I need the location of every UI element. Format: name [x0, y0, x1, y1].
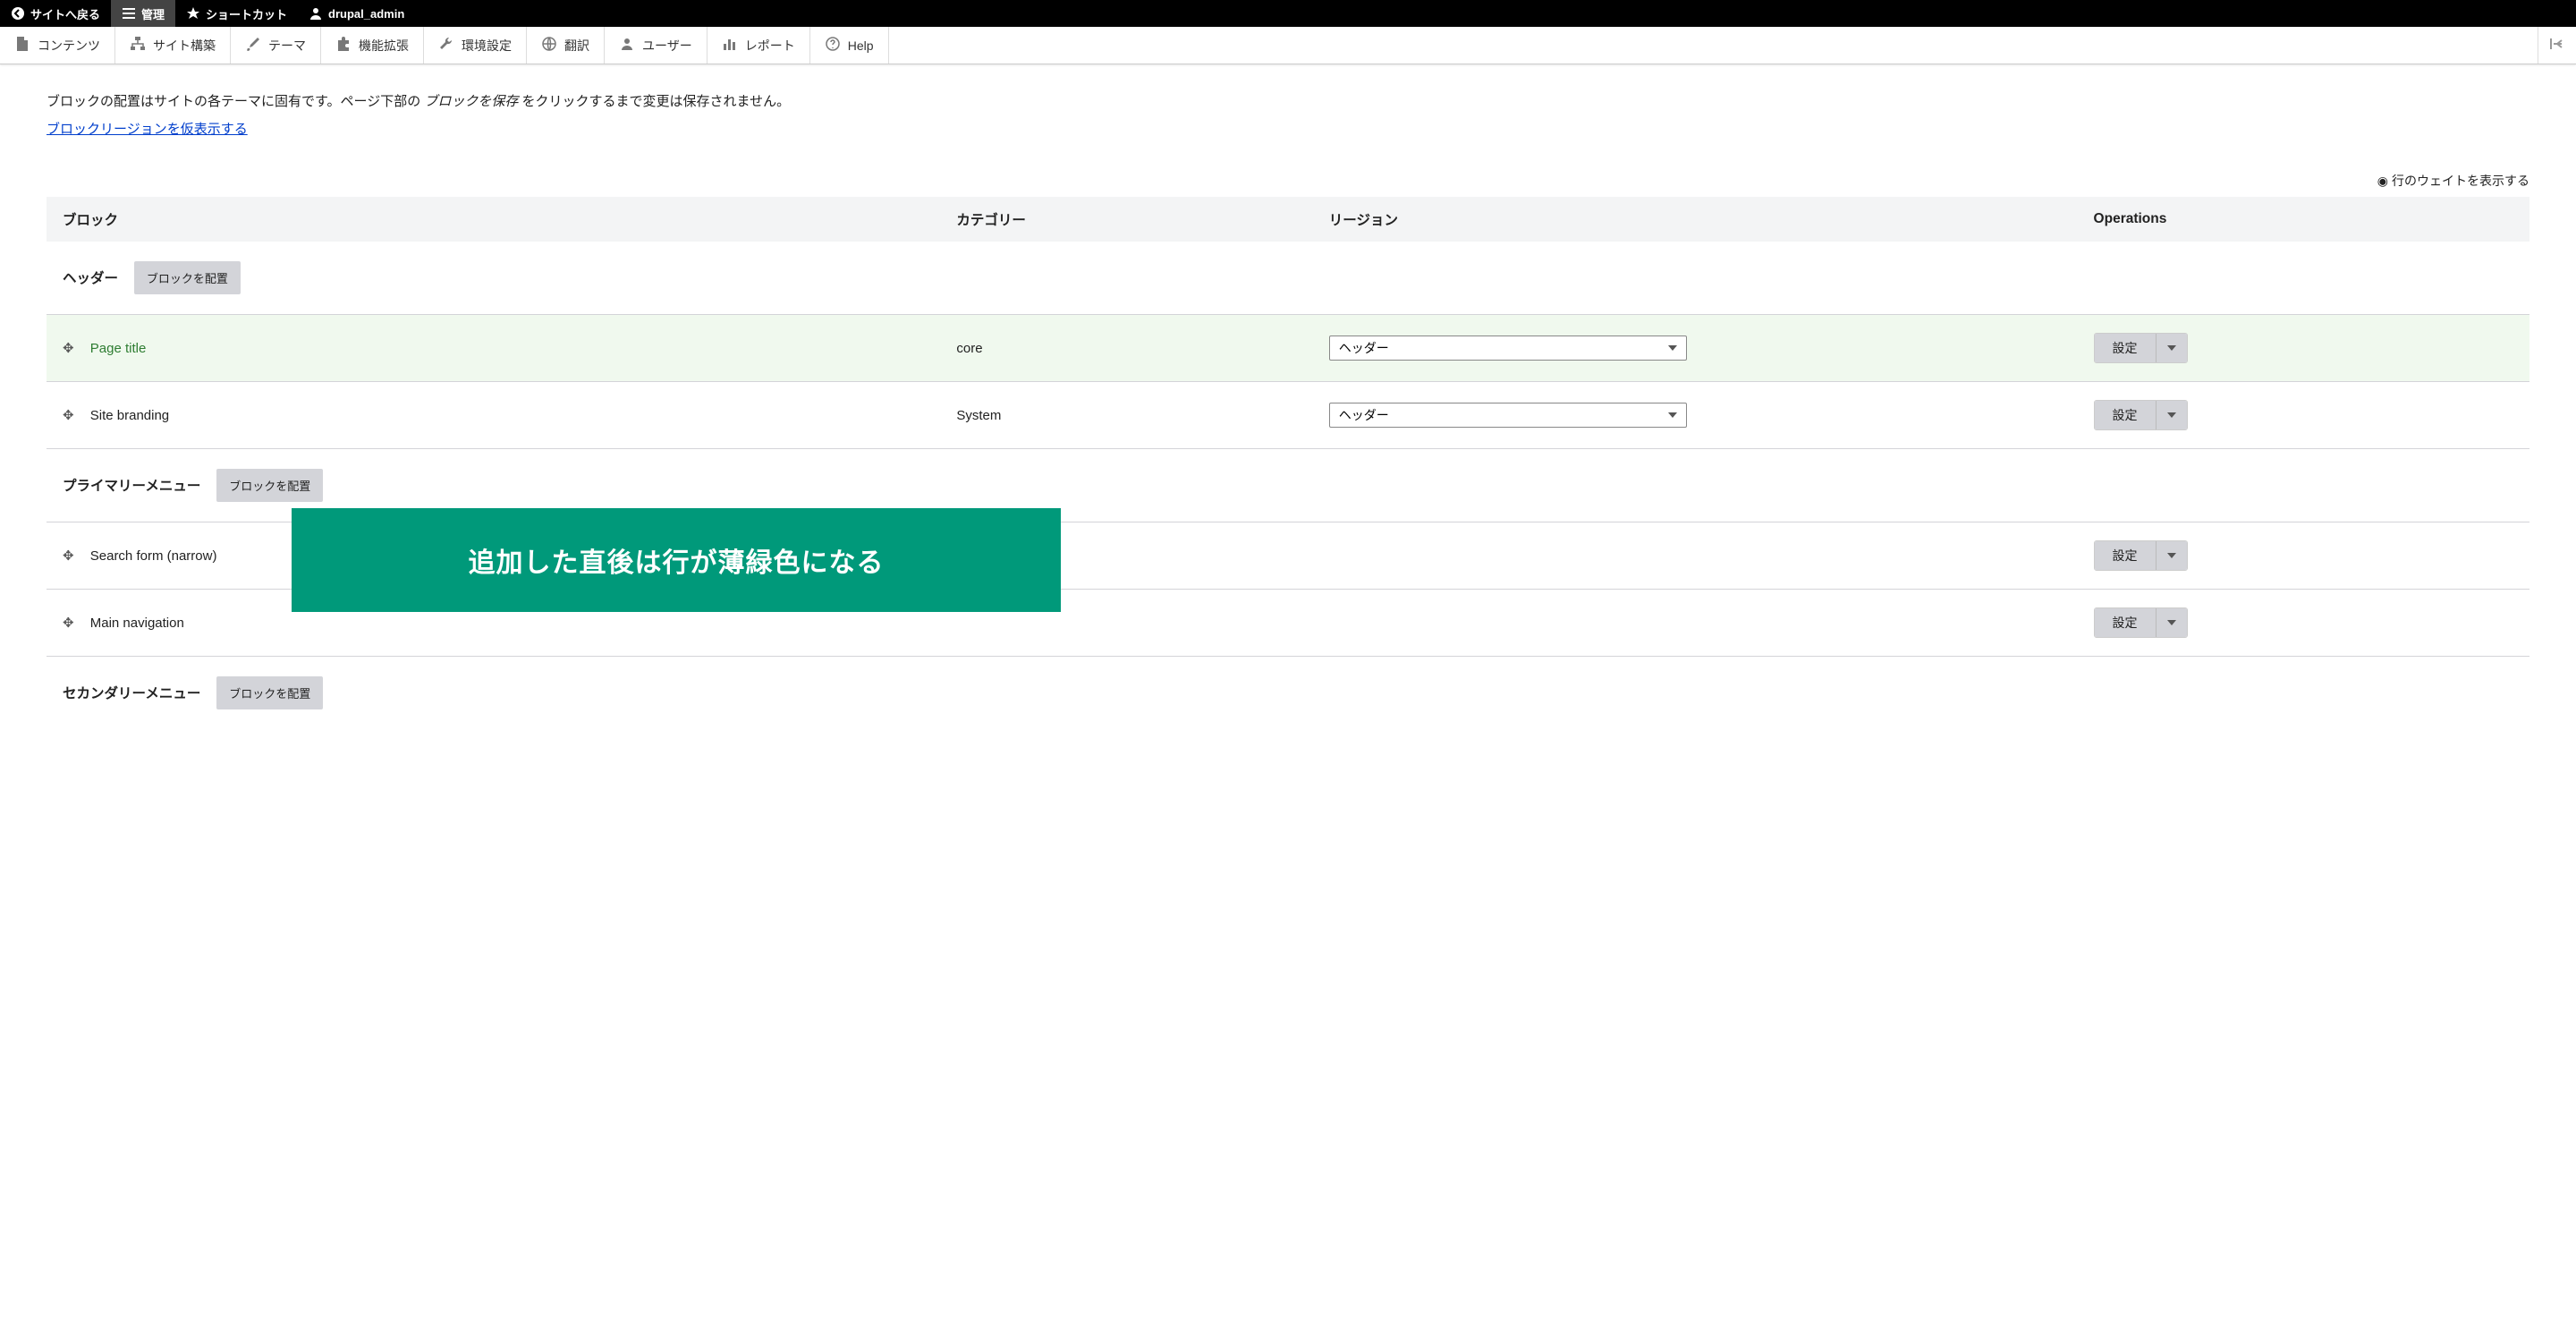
admin-menu-reports[interactable]: レポート: [708, 27, 810, 64]
admin-menu-extend-label: 機能拡張: [359, 37, 409, 55]
block-name: Search form (narrow): [90, 548, 217, 564]
user-link[interactable]: drupal_admin: [298, 0, 415, 27]
configure-button[interactable]: 設定: [2095, 541, 2157, 570]
shortcuts-label: ショートカット: [206, 5, 287, 22]
chart-icon: [722, 36, 738, 55]
chevron-down-icon: [2167, 620, 2176, 625]
admin-menu-help[interactable]: Help: [810, 27, 889, 64]
region-select-page-title[interactable]: ヘッダー: [1329, 336, 1687, 361]
ops-caret-button[interactable]: [2157, 334, 2187, 362]
collapse-arrow-icon: [2549, 36, 2565, 55]
th-category: カテゴリー: [940, 197, 1312, 242]
region-label-header: ヘッダー: [63, 271, 118, 286]
manage-label: 管理: [141, 5, 165, 22]
admin-menu-structure[interactable]: サイト構築: [115, 27, 231, 64]
admin-menu-appearance-label: テーマ: [268, 37, 306, 55]
admin-menu-content[interactable]: コンテンツ: [0, 27, 115, 64]
back-to-site-link[interactable]: サイトへ戻る: [0, 0, 111, 27]
ops-caret-button[interactable]: [2157, 608, 2187, 637]
th-operations: Operations: [2058, 197, 2529, 242]
chevron-down-icon: [2167, 345, 2176, 351]
admin-menu-structure-label: サイト構築: [153, 37, 216, 55]
configure-button[interactable]: 設定: [2095, 401, 2157, 429]
chevron-down-icon: [2167, 553, 2176, 558]
place-block-header-button[interactable]: ブロックを配置: [134, 261, 241, 294]
region-label-primary: プライマリーメニュー: [63, 479, 200, 494]
block-name: Page title: [90, 341, 147, 356]
place-block-primary-button[interactable]: ブロックを配置: [216, 469, 323, 502]
ops-dropbutton: 設定: [2094, 540, 2188, 571]
drag-handle-icon[interactable]: ✥: [63, 548, 74, 564]
admin-menu-people[interactable]: ユーザー: [605, 27, 708, 64]
back-arrow-icon: [11, 6, 25, 21]
hamburger-icon: [122, 6, 136, 21]
drag-handle-icon[interactable]: ✥: [63, 340, 74, 356]
demo-regions-link[interactable]: ブロックリージョンを仮表示する: [47, 122, 248, 137]
ops-dropbutton: 設定: [2094, 400, 2188, 430]
admin-menu-appearance[interactable]: テーマ: [231, 27, 321, 64]
wrench-icon: [438, 36, 454, 55]
manage-toggle[interactable]: 管理: [111, 0, 175, 27]
admin-menu-bar: コンテンツ サイト構築 テーマ 機能拡張 環境設定 翻訳 ユーザー レポート H…: [0, 27, 2576, 64]
star-icon: [186, 6, 200, 21]
block-category: core: [940, 315, 1312, 382]
puzzle-icon: [335, 36, 352, 55]
configure-button[interactable]: 設定: [2095, 608, 2157, 637]
admin-menu-content-label: コンテンツ: [38, 37, 100, 55]
annotation-callout: 追加した直後は行が薄緑色になる: [292, 508, 1061, 612]
place-block-secondary-button[interactable]: ブロックを配置: [216, 676, 323, 709]
configure-button[interactable]: 設定: [2095, 334, 2157, 362]
ops-dropbutton: 設定: [2094, 333, 2188, 363]
block-row-page-title: ✥ Page title core ヘッダー 設定: [47, 315, 2529, 382]
admin-menu-reports-label: レポート: [745, 37, 795, 55]
help-icon: [825, 36, 841, 55]
admin-menu-config[interactable]: 環境設定: [424, 27, 527, 64]
top-toolbar: サイトへ戻る 管理 ショートカット drupal_admin: [0, 0, 2576, 27]
th-block: ブロック: [47, 197, 940, 242]
block-layout-table: ブロック カテゴリー リージョン Operations ヘッダー ブロックを配置…: [47, 197, 2529, 729]
user-label: drupal_admin: [328, 7, 404, 21]
admin-menu-config-label: 環境設定: [462, 37, 512, 55]
drag-handle-icon[interactable]: ✥: [63, 615, 74, 631]
shortcuts-link[interactable]: ショートカット: [175, 0, 298, 27]
ops-caret-button[interactable]: [2157, 541, 2187, 570]
back-to-site-label: サイトへ戻る: [30, 5, 100, 22]
admin-menu-help-label: Help: [848, 38, 874, 53]
ops-dropbutton: 設定: [2094, 607, 2188, 638]
admin-menu-extend[interactable]: 機能拡張: [321, 27, 424, 64]
page-content: ブロックの配置はサイトの各テーマに固有です。ページ下部の ブロックを保存 をクリ…: [0, 64, 2576, 756]
region-select-site-branding[interactable]: ヘッダー: [1329, 403, 1687, 428]
th-region: リージョン: [1313, 197, 2058, 242]
user-icon: [309, 6, 323, 21]
drag-handle-icon[interactable]: ✥: [63, 407, 74, 423]
admin-menu-people-label: ユーザー: [642, 37, 692, 55]
globe-icon: [541, 36, 557, 55]
block-name: Main navigation: [90, 616, 184, 631]
ops-caret-button[interactable]: [2157, 401, 2187, 429]
region-row-secondary-menu: セカンダリーメニュー ブロックを配置: [47, 657, 2529, 730]
block-category: System: [940, 382, 1312, 449]
chevron-down-icon: [2167, 412, 2176, 418]
collapse-toolbar-button[interactable]: [2538, 27, 2576, 64]
people-icon: [619, 36, 635, 55]
region-label-secondary: セカンダリーメニュー: [63, 686, 200, 701]
admin-menu-translate-label: 翻訳: [564, 37, 589, 55]
admin-menu-translate[interactable]: 翻訳: [527, 27, 605, 64]
eye-icon: ◉: [2377, 174, 2388, 188]
block-row-site-branding: ✥ Site branding System ヘッダー 設定: [47, 382, 2529, 449]
brush-icon: [245, 36, 261, 55]
block-name: Site branding: [90, 408, 169, 423]
show-weights-toggle[interactable]: ◉行のウェイトを表示する: [47, 172, 2529, 190]
region-row-header: ヘッダー ブロックを配置: [47, 242, 2529, 315]
structure-icon: [130, 36, 146, 55]
page-description: ブロックの配置はサイトの各テーマに固有です。ページ下部の ブロックを保存 をクリ…: [47, 91, 2529, 110]
file-icon: [14, 36, 30, 55]
